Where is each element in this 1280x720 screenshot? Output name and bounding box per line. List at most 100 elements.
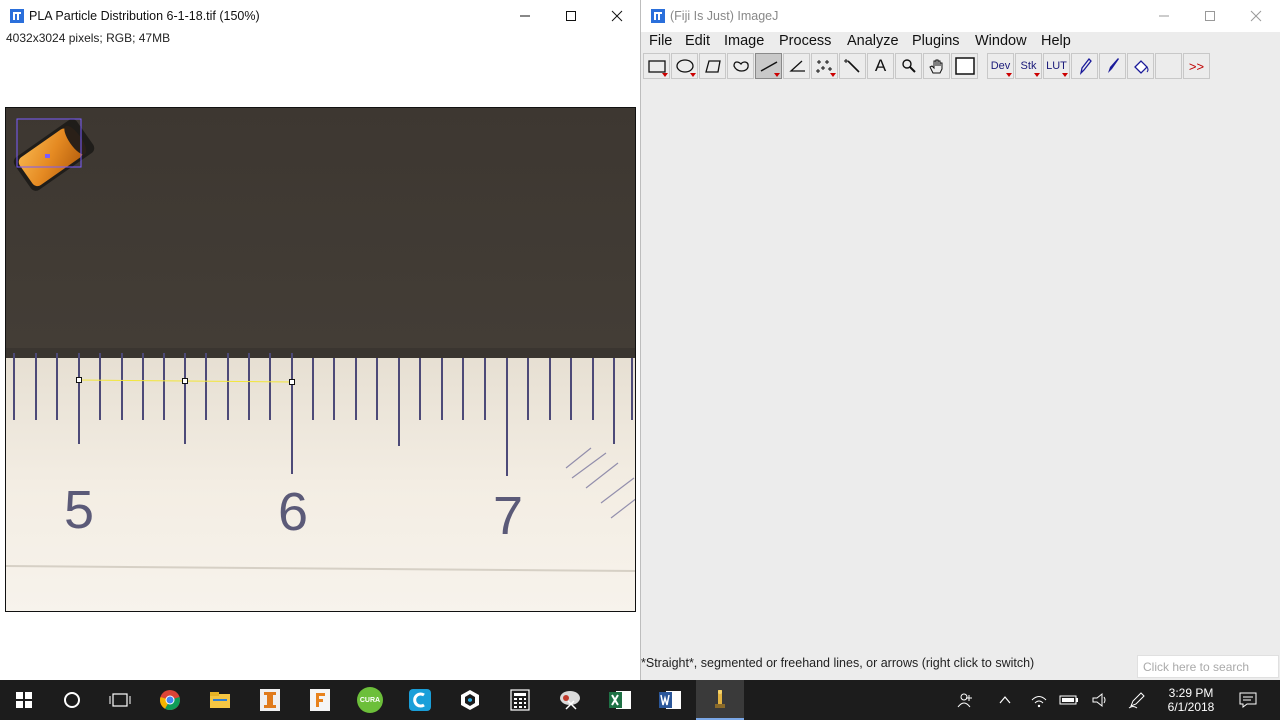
taskbar: CURA 3:29 PM 6/1/2018 — [0, 680, 1280, 720]
imagej-titlebar[interactable]: (Fiji Is Just) ImageJ — [641, 0, 1280, 32]
cura-button[interactable]: CURA — [346, 680, 394, 720]
lut-tool-button[interactable]: LUT — [1043, 53, 1070, 79]
menu-analyze[interactable]: Analyze — [847, 33, 899, 49]
magnifier-tool-button[interactable] — [895, 53, 922, 79]
close-button[interactable] — [1233, 0, 1279, 32]
menu-window[interactable]: Window — [975, 33, 1027, 49]
text-tool-button[interactable]: A — [867, 53, 894, 79]
wifi-icon — [1031, 696, 1047, 708]
ruler-label-5: 5 — [64, 480, 94, 540]
stk-tool-button[interactable]: Stk — [1015, 53, 1042, 79]
multipoint-tool-button[interactable] — [811, 53, 838, 79]
clock[interactable]: 3:29 PM 6/1/2018 — [1158, 680, 1224, 720]
minimize-icon — [520, 15, 530, 17]
app-i-button[interactable] — [246, 680, 294, 720]
chrome-icon — [160, 690, 180, 711]
people-icon — [957, 693, 972, 708]
cortana-button[interactable] — [48, 680, 96, 720]
menu-help[interactable]: Help — [1041, 33, 1071, 49]
menu-edit[interactable]: Edit — [685, 33, 710, 49]
minimize-button[interactable] — [1141, 0, 1187, 32]
clock-date: 6/1/2018 — [1167, 700, 1215, 714]
menu-image[interactable]: Image — [724, 33, 764, 49]
flood-fill-tool-button[interactable] — [1127, 53, 1154, 79]
snipping-icon — [560, 691, 580, 710]
people-button[interactable] — [950, 680, 980, 720]
dev-tool-icon: Dev — [990, 60, 1011, 72]
minimize-button[interactable] — [502, 0, 548, 32]
start-button[interactable] — [0, 680, 48, 720]
rectangle-tool-button[interactable] — [643, 53, 670, 79]
hand-tool-button[interactable] — [923, 53, 950, 79]
menu-plugins[interactable]: Plugins — [912, 33, 960, 49]
volume-icon — [1092, 692, 1106, 708]
straight-line-tool-button[interactable] — [755, 53, 782, 79]
app-c-button[interactable] — [396, 680, 444, 720]
maximize-icon — [1205, 11, 1215, 21]
pen-workspace-button[interactable] — [1122, 680, 1152, 720]
wand-tool-button[interactable] — [839, 53, 866, 79]
show-hidden-icons-button[interactable] — [990, 680, 1020, 720]
brush-tool-button[interactable] — [1099, 53, 1126, 79]
rectangle-tool-icon — [647, 60, 666, 73]
polygon-tool-icon — [704, 60, 721, 73]
image-canvas[interactable]: 5 6 7 — [5, 107, 636, 612]
brush-tool-icon — [1107, 58, 1119, 73]
word-icon — [659, 691, 681, 709]
menu-file[interactable]: File — [649, 33, 672, 49]
line-handle[interactable] — [289, 379, 295, 385]
menu-process[interactable]: Process — [779, 33, 831, 49]
calculator-button[interactable] — [496, 680, 544, 720]
task-view-button[interactable] — [96, 680, 144, 720]
pencil-tool-button[interactable] — [1071, 53, 1098, 79]
snipping-tool-button[interactable] — [546, 680, 594, 720]
multipoint-tool-icon — [815, 60, 832, 73]
fiji-app-icon — [10, 9, 24, 23]
lut-tool-icon: LUT — [1046, 60, 1067, 72]
battery-button[interactable] — [1054, 680, 1084, 720]
imagej-window: (Fiji Is Just) ImageJ File Edit Image Pr… — [640, 0, 1280, 680]
oval-tool-icon — [675, 59, 694, 73]
excel-button[interactable] — [596, 680, 644, 720]
blank-tool-slot[interactable] — [1155, 53, 1182, 79]
image-content[interactable]: 5 6 7 — [6, 108, 636, 612]
action-center-button[interactable] — [1230, 680, 1266, 720]
notification-icon — [1239, 692, 1257, 708]
polygon-tool-button[interactable] — [699, 53, 726, 79]
line-handle[interactable] — [76, 377, 82, 383]
oval-tool-button[interactable] — [671, 53, 698, 79]
battery-icon — [1059, 695, 1078, 705]
word-button[interactable] — [646, 680, 694, 720]
calculator-icon — [510, 689, 530, 711]
close-button[interactable] — [594, 0, 640, 32]
file-explorer-button[interactable] — [196, 680, 244, 720]
maximize-button[interactable] — [548, 0, 594, 32]
app-i-icon — [260, 689, 280, 711]
cura-icon: CURA — [357, 687, 383, 713]
close-icon — [611, 10, 623, 22]
volume-button[interactable] — [1086, 680, 1116, 720]
excel-icon — [609, 691, 631, 709]
more-tools-button[interactable]: >> — [1183, 53, 1210, 79]
maximize-button[interactable] — [1187, 0, 1233, 32]
angle-tool-button[interactable] — [783, 53, 810, 79]
image-window-titlebar[interactable]: PLA Particle Distribution 6-1-18.tif (15… — [0, 0, 640, 32]
color-picker-tool-button[interactable] — [951, 53, 978, 79]
windows-start-icon — [16, 692, 32, 708]
app-3d-button[interactable] — [446, 680, 494, 720]
ruler-label-6: 6 — [278, 482, 308, 542]
imagej-title: (Fiji Is Just) ImageJ — [670, 9, 779, 23]
line-handle[interactable] — [182, 378, 188, 384]
app-f-button[interactable] — [296, 680, 344, 720]
close-icon — [1250, 10, 1262, 22]
freehand-tool-button[interactable] — [727, 53, 754, 79]
fiji-taskbar-button[interactable] — [696, 680, 744, 720]
color-picker-tool-icon — [954, 57, 975, 75]
wand-tool-icon — [843, 59, 860, 73]
text-tool-icon: A — [874, 56, 887, 75]
chrome-button[interactable] — [146, 680, 194, 720]
dev-tool-button[interactable]: Dev — [987, 53, 1014, 79]
network-button[interactable] — [1024, 680, 1054, 720]
search-input[interactable]: Click here to search — [1137, 655, 1279, 678]
roi-center-handle[interactable] — [45, 154, 50, 158]
